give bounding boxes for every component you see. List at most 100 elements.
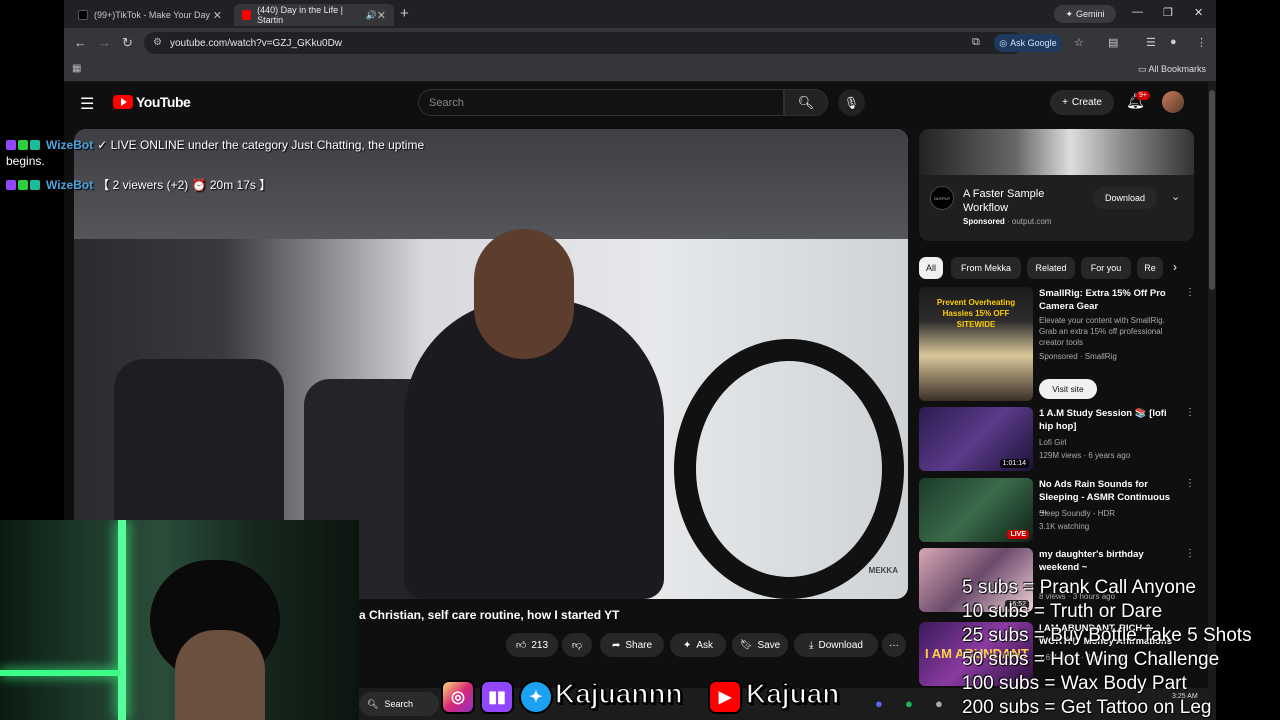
list-item[interactable]: Prevent Overheating Hassles 15% OFF SITE… — [919, 287, 1195, 402]
sparkle-icon: ✦ — [682, 639, 692, 651]
site-info-icon[interactable]: ⚙ — [153, 37, 162, 48]
save-button[interactable]: 🔖︎ Save — [732, 633, 788, 657]
like-button[interactable]: 👍︎ 213 — [506, 633, 558, 657]
ask-google-button[interactable]: ◎ Ask Google — [994, 34, 1062, 52]
tab-tiktok[interactable]: (99+)TikTok - Make Your Day ✕ — [70, 4, 230, 26]
ad-logo-text: OUTPUT — [933, 195, 951, 201]
menu-icon[interactable]: ☰ — [80, 94, 94, 114]
ad-banner-image — [919, 129, 1194, 175]
address-bar[interactable]: ⚙ youtube.com/watch?v=GZJ_GKku0Dw — [144, 32, 1024, 54]
apps-grid-icon[interactable]: ▦ — [72, 63, 81, 74]
chat-username: WizeBot — [46, 138, 94, 152]
discord-icon[interactable]: ● — [875, 696, 883, 711]
bookmark-icon: 🔖︎ — [739, 639, 753, 651]
extensions-icon[interactable]: ☰ — [1146, 36, 1156, 49]
new-tab-button[interactable]: + — [400, 5, 409, 22]
notification-badge: 9+ — [1136, 91, 1150, 100]
rec-title[interactable]: 1 A.M Study Session 📚 [lofi hip hop] — [1039, 407, 1179, 433]
rec-title[interactable]: my daughter's birthday weekend ~ — [1039, 548, 1179, 574]
minimize-icon[interactable]: — — [1132, 6, 1143, 18]
spotify-icon[interactable]: ● — [905, 696, 913, 711]
restore-icon[interactable]: ❐ — [1163, 6, 1173, 19]
tab-title: (440) Day in the Life | Startin — [257, 5, 344, 25]
bookmark-star-icon[interactable]: ☆ — [1074, 36, 1084, 49]
chip-related[interactable]: Related — [1027, 257, 1075, 279]
chevron-right-icon[interactable]: › — [1173, 260, 1177, 274]
audio-icon[interactable]: 🔊 — [366, 10, 377, 21]
close-tab-icon[interactable]: ✕ — [213, 9, 222, 22]
video-watermark: MEKKA — [868, 566, 898, 575]
sidebar-ad[interactable]: OUTPUT A Faster Sample Workflow Sponsore… — [919, 129, 1194, 241]
ad-download-button[interactable]: Download — [1093, 187, 1157, 209]
profile-icon[interactable]: ● — [1170, 36, 1177, 48]
chat-username: WizeBot — [46, 178, 94, 192]
more-icon[interactable]: ⋮ — [1185, 287, 1195, 298]
reload-icon[interactable]: ↻ — [122, 35, 133, 51]
more-icon[interactable]: ⋮ — [1185, 478, 1195, 489]
chip-for-you[interactable]: For you — [1081, 257, 1131, 279]
share-label: Share — [625, 639, 653, 651]
all-bookmarks[interactable]: ▭ All Bookmarks — [1138, 64, 1206, 75]
voice-search-button[interactable]: 🎙︎ — [838, 89, 865, 116]
tab-search-icon[interactable]: ▤ — [1108, 36, 1118, 49]
rec-title[interactable]: SmallRig: Extra 15% Off Pro Camera Gear — [1039, 287, 1179, 313]
video-thumbnail[interactable]: LIVE — [919, 478, 1033, 542]
create-label: Create — [1071, 97, 1102, 108]
twitch-badge-icon — [6, 180, 16, 190]
more-icon[interactable]: ⋮ — [1185, 548, 1195, 559]
sub-goal: 200 subs = Get Tattoo on Leg — [962, 697, 1212, 718]
avatar[interactable] — [1162, 91, 1184, 113]
youtube-header: ☰ YouTube Search 🔍︎ 🎙︎ + Create 🔔︎ 9+ — [64, 82, 1208, 124]
chip-all[interactable]: All — [919, 257, 943, 279]
visit-site-button[interactable]: Visit site — [1039, 379, 1097, 399]
live-badge: LIVE — [1007, 530, 1029, 539]
all-bookmarks-label: All Bookmarks — [1148, 64, 1206, 74]
ad-title[interactable]: A Faster Sample Workflow — [963, 187, 1083, 215]
search-input[interactable]: Search — [418, 89, 784, 116]
list-item[interactable]: LIVE No Ads Rain Sounds for Sleeping - A… — [919, 478, 1195, 544]
taskbar-search[interactable]: 🔍︎ Search — [359, 692, 439, 716]
search-icon: 🔍︎ — [797, 94, 815, 110]
share-button[interactable]: ➦ Share — [600, 633, 664, 657]
check-badge-icon — [18, 140, 28, 150]
tab-title: (99+)TikTok - Make Your Day — [94, 10, 210, 20]
cast-icon[interactable]: ⧉ — [972, 36, 980, 49]
youtube-icon — [242, 10, 252, 20]
youtube-logo[interactable]: YouTube — [113, 94, 191, 110]
social-handle: Kajuannn — [554, 677, 683, 710]
forward-icon[interactable]: → — [98, 35, 111, 50]
download-button[interactable]: ⤓ Download — [794, 633, 878, 657]
chip-from-mekka[interactable]: From Mekka — [951, 257, 1021, 279]
video-thumbnail[interactable]: 1:01:14 — [919, 407, 1033, 471]
browser-toolbar: ← → ↻ ⚙ youtube.com/watch?v=GZJ_GKku0Dw … — [64, 28, 1216, 58]
gemini-button[interactable]: ✦ Gemini — [1054, 5, 1116, 23]
youtube-icon: ▶ — [708, 680, 742, 714]
rec-channel[interactable]: Lofi Girl — [1039, 437, 1184, 448]
create-button[interactable]: + Create — [1050, 90, 1114, 115]
back-icon[interactable]: ← — [74, 35, 87, 50]
close-tab-icon[interactable]: ✕ — [377, 9, 386, 22]
instagram-icon: ◎ — [441, 680, 475, 714]
more-icon: ··· — [889, 639, 899, 651]
lens-icon: ◎ — [999, 37, 1008, 48]
obs-icon[interactable]: ● — [935, 696, 943, 711]
close-window-icon[interactable]: ✕ — [1194, 6, 1203, 19]
more-menu-icon[interactable]: ⋮ — [1196, 36, 1207, 49]
tab-youtube[interactable]: (440) Day in the Life | Startin 🔊 ✕ — [234, 4, 394, 26]
video-thumbnail[interactable]: Prevent Overheating Hassles 15% OFF SITE… — [919, 287, 1033, 401]
chevron-down-icon[interactable]: ⌄ — [1171, 190, 1180, 203]
scrollbar-thumb[interactable] — [1209, 90, 1215, 290]
more-actions-button[interactable]: ··· — [882, 633, 906, 657]
like-count: 213 — [531, 639, 549, 651]
bot-badge-icon — [30, 180, 40, 190]
search-button[interactable]: 🔍︎ — [784, 89, 828, 116]
share-icon: ➦ — [611, 639, 621, 651]
twitch-badge-icon — [6, 140, 16, 150]
list-item[interactable]: 1:01:14 1 A.M Study Session 📚 [lofi hip … — [919, 407, 1195, 473]
more-icon[interactable]: ⋮ — [1185, 407, 1195, 418]
chip-recent[interactable]: Re — [1137, 257, 1163, 279]
ask-button[interactable]: ✦ Ask — [670, 633, 726, 657]
rec-channel[interactable]: Sleep Soundly - HDR — [1039, 508, 1184, 519]
dislike-button[interactable]: 👎︎ — [562, 633, 592, 657]
sparkle-icon: ✦ — [1065, 8, 1074, 19]
